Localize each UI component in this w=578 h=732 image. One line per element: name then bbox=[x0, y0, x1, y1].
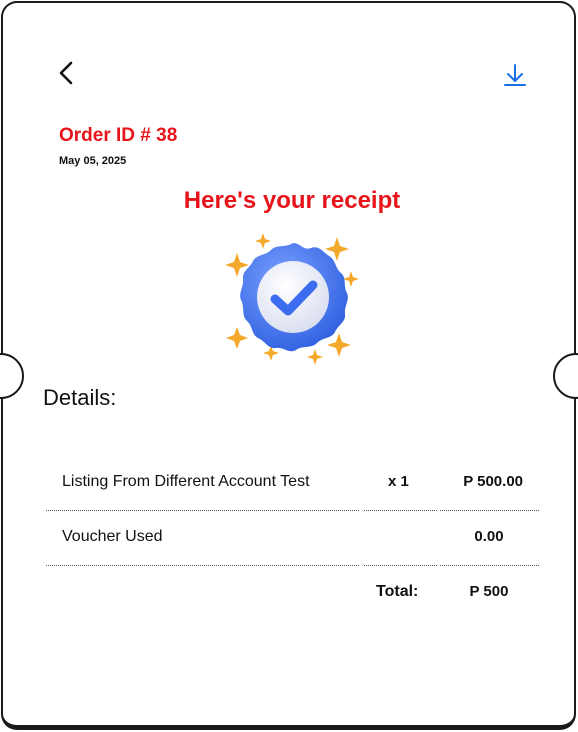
download-button[interactable] bbox=[503, 63, 529, 91]
download-icon bbox=[504, 64, 526, 86]
receipt-card: Order ID # 38 May 05, 2025 Here's your r… bbox=[0, 1, 578, 730]
item-name: Listing From Different Account Test bbox=[62, 473, 310, 490]
receipt-title: Here's your receipt bbox=[183, 187, 401, 214]
back-button[interactable] bbox=[53, 59, 83, 89]
item-price: P 500.00 bbox=[463, 473, 523, 490]
row-divider bbox=[46, 565, 539, 566]
total-row: Total: P 500 bbox=[46, 567, 539, 621]
order-date: May 05, 2025 bbox=[59, 155, 127, 167]
chevron-left-icon bbox=[59, 61, 73, 85]
voucher-row: Voucher Used 0.00 bbox=[46, 512, 539, 567]
order-id: Order ID # 38 bbox=[59, 125, 178, 146]
table-row: Listing From Different Account Test x 1 … bbox=[46, 457, 539, 512]
row-divider bbox=[46, 510, 539, 511]
details-title: Details: bbox=[43, 385, 117, 410]
voucher-amount: 0.00 bbox=[474, 528, 504, 545]
ticket-notch-right bbox=[553, 353, 578, 399]
total-label: Total: bbox=[376, 583, 419, 600]
ticket-notch-left bbox=[0, 353, 24, 399]
item-quantity: x 1 bbox=[388, 473, 409, 490]
total-amount: P 500 bbox=[469, 583, 509, 600]
verified-badge-icon bbox=[225, 233, 359, 365]
voucher-label: Voucher Used bbox=[62, 528, 163, 545]
